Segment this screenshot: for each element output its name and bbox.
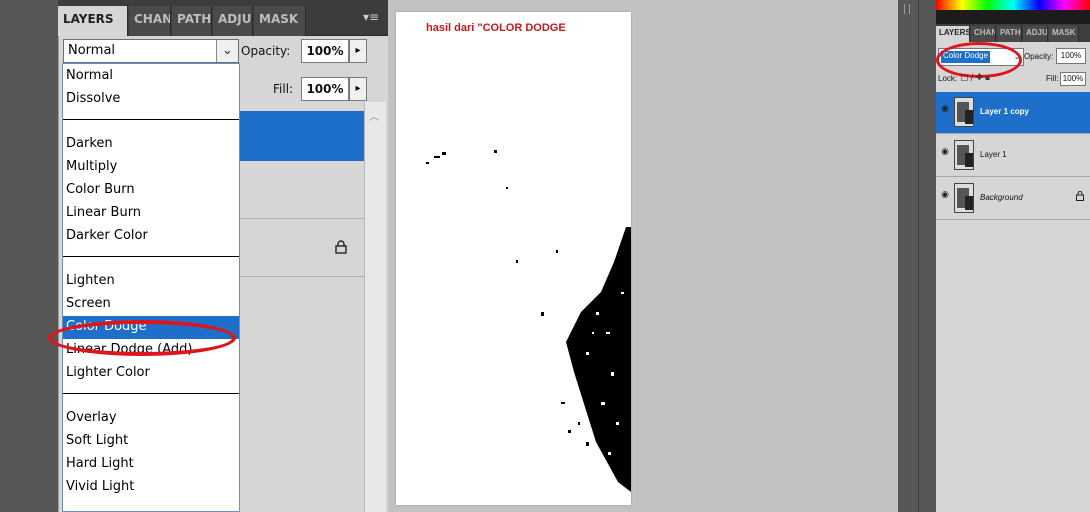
lock-all-icon[interactable]: 🔒︎ [985,73,992,83]
panel-tab-bar-small: LAYERS CHAN PATH ADJU MASK [936,24,1090,42]
color-spectrum[interactable] [936,0,1090,10]
right-layers-panel: LAYERS CHAN PATH ADJU MASK Color Dodge ⌄… [898,0,1090,512]
dropdown-separator [63,256,239,257]
highlight-ellipse [48,320,236,356]
tab-layers[interactable]: LAYERS [936,26,970,42]
chevron-down-icon[interactable]: ⌄ [216,40,238,62]
lock-position-icon[interactable]: ✥ [976,73,986,83]
blend-mode-option[interactable]: Linear Burn [63,202,239,225]
tab-paths[interactable]: PATH [172,6,212,36]
tab-channels[interactable]: CHAN [129,6,171,36]
opacity-slider-arrow-icon[interactable]: ▸ [349,39,367,63]
blend-mode-option[interactable]: Lighten [63,270,239,293]
document-canvas-area: hasil dari "COLOR DODGE [388,0,898,512]
blend-mode-option[interactable]: Lighter Color [63,362,239,385]
layer-thumbnail [954,140,974,170]
dropdown-separator [63,393,239,394]
blend-mode-dropdown-list: Normal Dissolve Darken Multiply Color Burn Li… [62,63,240,512]
document-canvas[interactable]: hasil dari "COLOR DODGE [396,12,631,505]
fill-field[interactable]: 100% [1060,72,1086,86]
tab-paths[interactable]: PATH [997,26,1022,42]
layer-row[interactable]: ◉ Layer 1 [936,135,1090,177]
panel-tab-bar: LAYERS CHAN PATH ADJU MASK ▾≡ [58,0,388,36]
opacity-label: Opacity: [241,44,291,58]
opacity-field[interactable]: 100% [301,39,349,63]
layer-thumbnail [954,183,974,213]
color-ramp-dark [936,10,1090,24]
right-dark-strip [898,0,936,512]
lock-label: Lock: [938,74,958,83]
blend-mode-option[interactable]: Normal [63,65,239,88]
layer-row[interactable] [239,161,364,219]
divider [918,0,919,512]
fill-label: Fill: [273,82,294,96]
dropdown-separator [63,119,239,120]
blend-mode-option[interactable]: Hard Light [63,453,239,476]
layers-scrollbar[interactable] [364,102,386,512]
lock-icon [335,240,349,256]
layer-name: Background [980,193,1023,202]
scroll-up-icon[interactable]: ︿ [367,108,381,123]
tab-channels[interactable]: CHAN [971,26,996,42]
tab-layers[interactable]: LAYERS [58,6,128,36]
blend-mode-select[interactable]: Normal ⌄ [63,39,239,63]
lock-icon [1076,191,1084,204]
opacity-field[interactable]: 100% [1056,48,1086,64]
color-dodge-result-image [426,150,631,492]
layer-row[interactable]: ◉ Background [936,178,1090,220]
layer-row-selected[interactable] [239,111,364,161]
blend-mode-option[interactable]: Vivid Light [63,476,239,499]
layers-list: ◉ Layer 1 copy ◉ Layer 1 ◉ Background [936,92,1090,222]
lock-transparency-icon[interactable]: ▢ [960,73,971,83]
opacity-label: Opacity: [1024,52,1054,61]
tab-adjustments[interactable]: ADJU [1023,26,1048,42]
fill-label: Fill: [1046,74,1059,83]
panel-menu-icon[interactable]: ▾≡ [362,10,380,26]
fill-field[interactable]: 100% [301,77,349,101]
fill-slider-arrow-icon[interactable]: ▸ [349,77,367,101]
blend-mode-option[interactable]: Dissolve [63,88,239,111]
layer-name: Layer 1 copy [980,107,1029,116]
eye-icon[interactable]: ◉ [938,147,952,161]
layer-row[interactable]: ◉ Layer 1 copy [936,92,1090,134]
blend-mode-option[interactable]: Darken [63,133,239,156]
panel-grip-icon[interactable] [904,4,910,14]
blend-mode-option[interactable]: Darker Color [63,225,239,248]
left-layers-panel: LAYERS CHAN PATH ADJU MASK ▾≡ Normal ⌄ O… [0,0,388,512]
blend-mode-option[interactable]: Screen [63,293,239,316]
eye-icon[interactable]: ◉ [938,190,952,204]
layer-thumbnail [954,97,974,127]
blend-mode-option[interactable]: Soft Light [63,430,239,453]
left-dark-strip [0,0,58,512]
blend-mode-value: Normal [68,43,116,58]
blend-mode-option[interactable]: Multiply [63,156,239,179]
layer-name: Layer 1 [980,150,1007,159]
blend-mode-option[interactable]: Overlay [63,407,239,430]
layers-panel-body-small: Color Dodge ⌄ Opacity: 100% Lock: ▢∕✥🔒︎ … [936,42,1090,512]
tab-adjustments[interactable]: ADJU [213,6,253,36]
eye-icon[interactable]: ◉ [938,104,952,118]
blend-mode-option[interactable]: Color Burn [63,179,239,202]
lock-options[interactable]: ▢∕✥🔒︎ [960,73,992,83]
tab-masks[interactable]: MASK [1049,26,1079,42]
tab-masks[interactable]: MASK [254,6,306,36]
